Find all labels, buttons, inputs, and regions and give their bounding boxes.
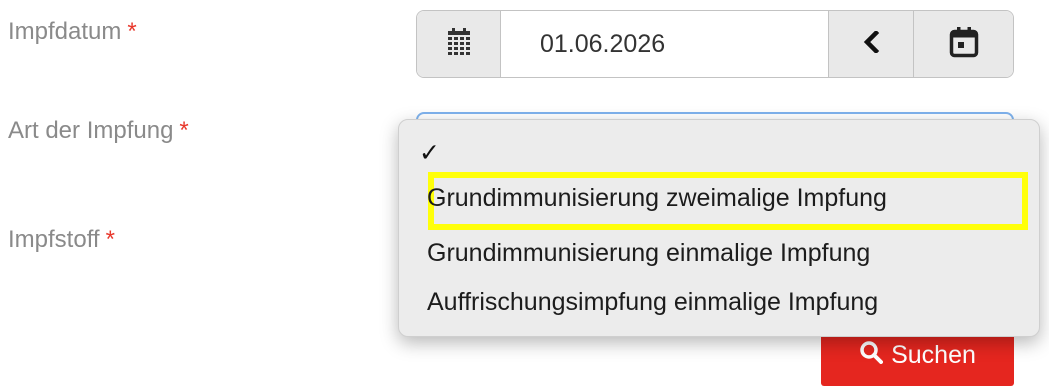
vaccine-label: Impfstoff * [8, 226, 115, 254]
required-marker: * [105, 226, 115, 253]
vaccine-label-text: Impfstoff [8, 226, 100, 253]
vaccination-type-label: Art der Impfung * [8, 117, 189, 145]
chevron-left-icon [862, 29, 880, 58]
search-button-label: Suchen [891, 340, 976, 369]
vaccination-date-group: 01.06.2026 [416, 10, 1014, 78]
dropdown-option[interactable]: Grundimmunisierung einmalige Impfung [427, 239, 870, 268]
open-calendar-button[interactable] [914, 11, 1013, 77]
search-icon [859, 340, 884, 371]
vaccination-date-value: 01.06.2026 [540, 29, 666, 58]
vaccination-date-label: Impfdatum * [8, 18, 137, 46]
previous-date-button[interactable] [829, 11, 914, 77]
required-marker: * [127, 18, 137, 45]
calendar-grid-icon [445, 27, 473, 61]
required-marker: * [179, 117, 189, 144]
vaccination-type-dropdown: ✓ Grundimmunisierung zweimalige Impfung … [398, 119, 1040, 337]
vaccination-type-label-text: Art der Impfung [8, 117, 174, 144]
checkmark-icon: ✓ [419, 139, 440, 167]
date-addon [417, 11, 500, 77]
dropdown-option[interactable]: Auffrischungsimpfung einmalige Impfung [427, 288, 878, 317]
vaccination-date-label-text: Impfdatum [8, 18, 122, 45]
dropdown-option[interactable]: Grundimmunisierung zweimalige Impfung [427, 184, 887, 213]
calendar-icon [949, 26, 979, 63]
vaccination-date-input[interactable]: 01.06.2026 [500, 11, 829, 77]
